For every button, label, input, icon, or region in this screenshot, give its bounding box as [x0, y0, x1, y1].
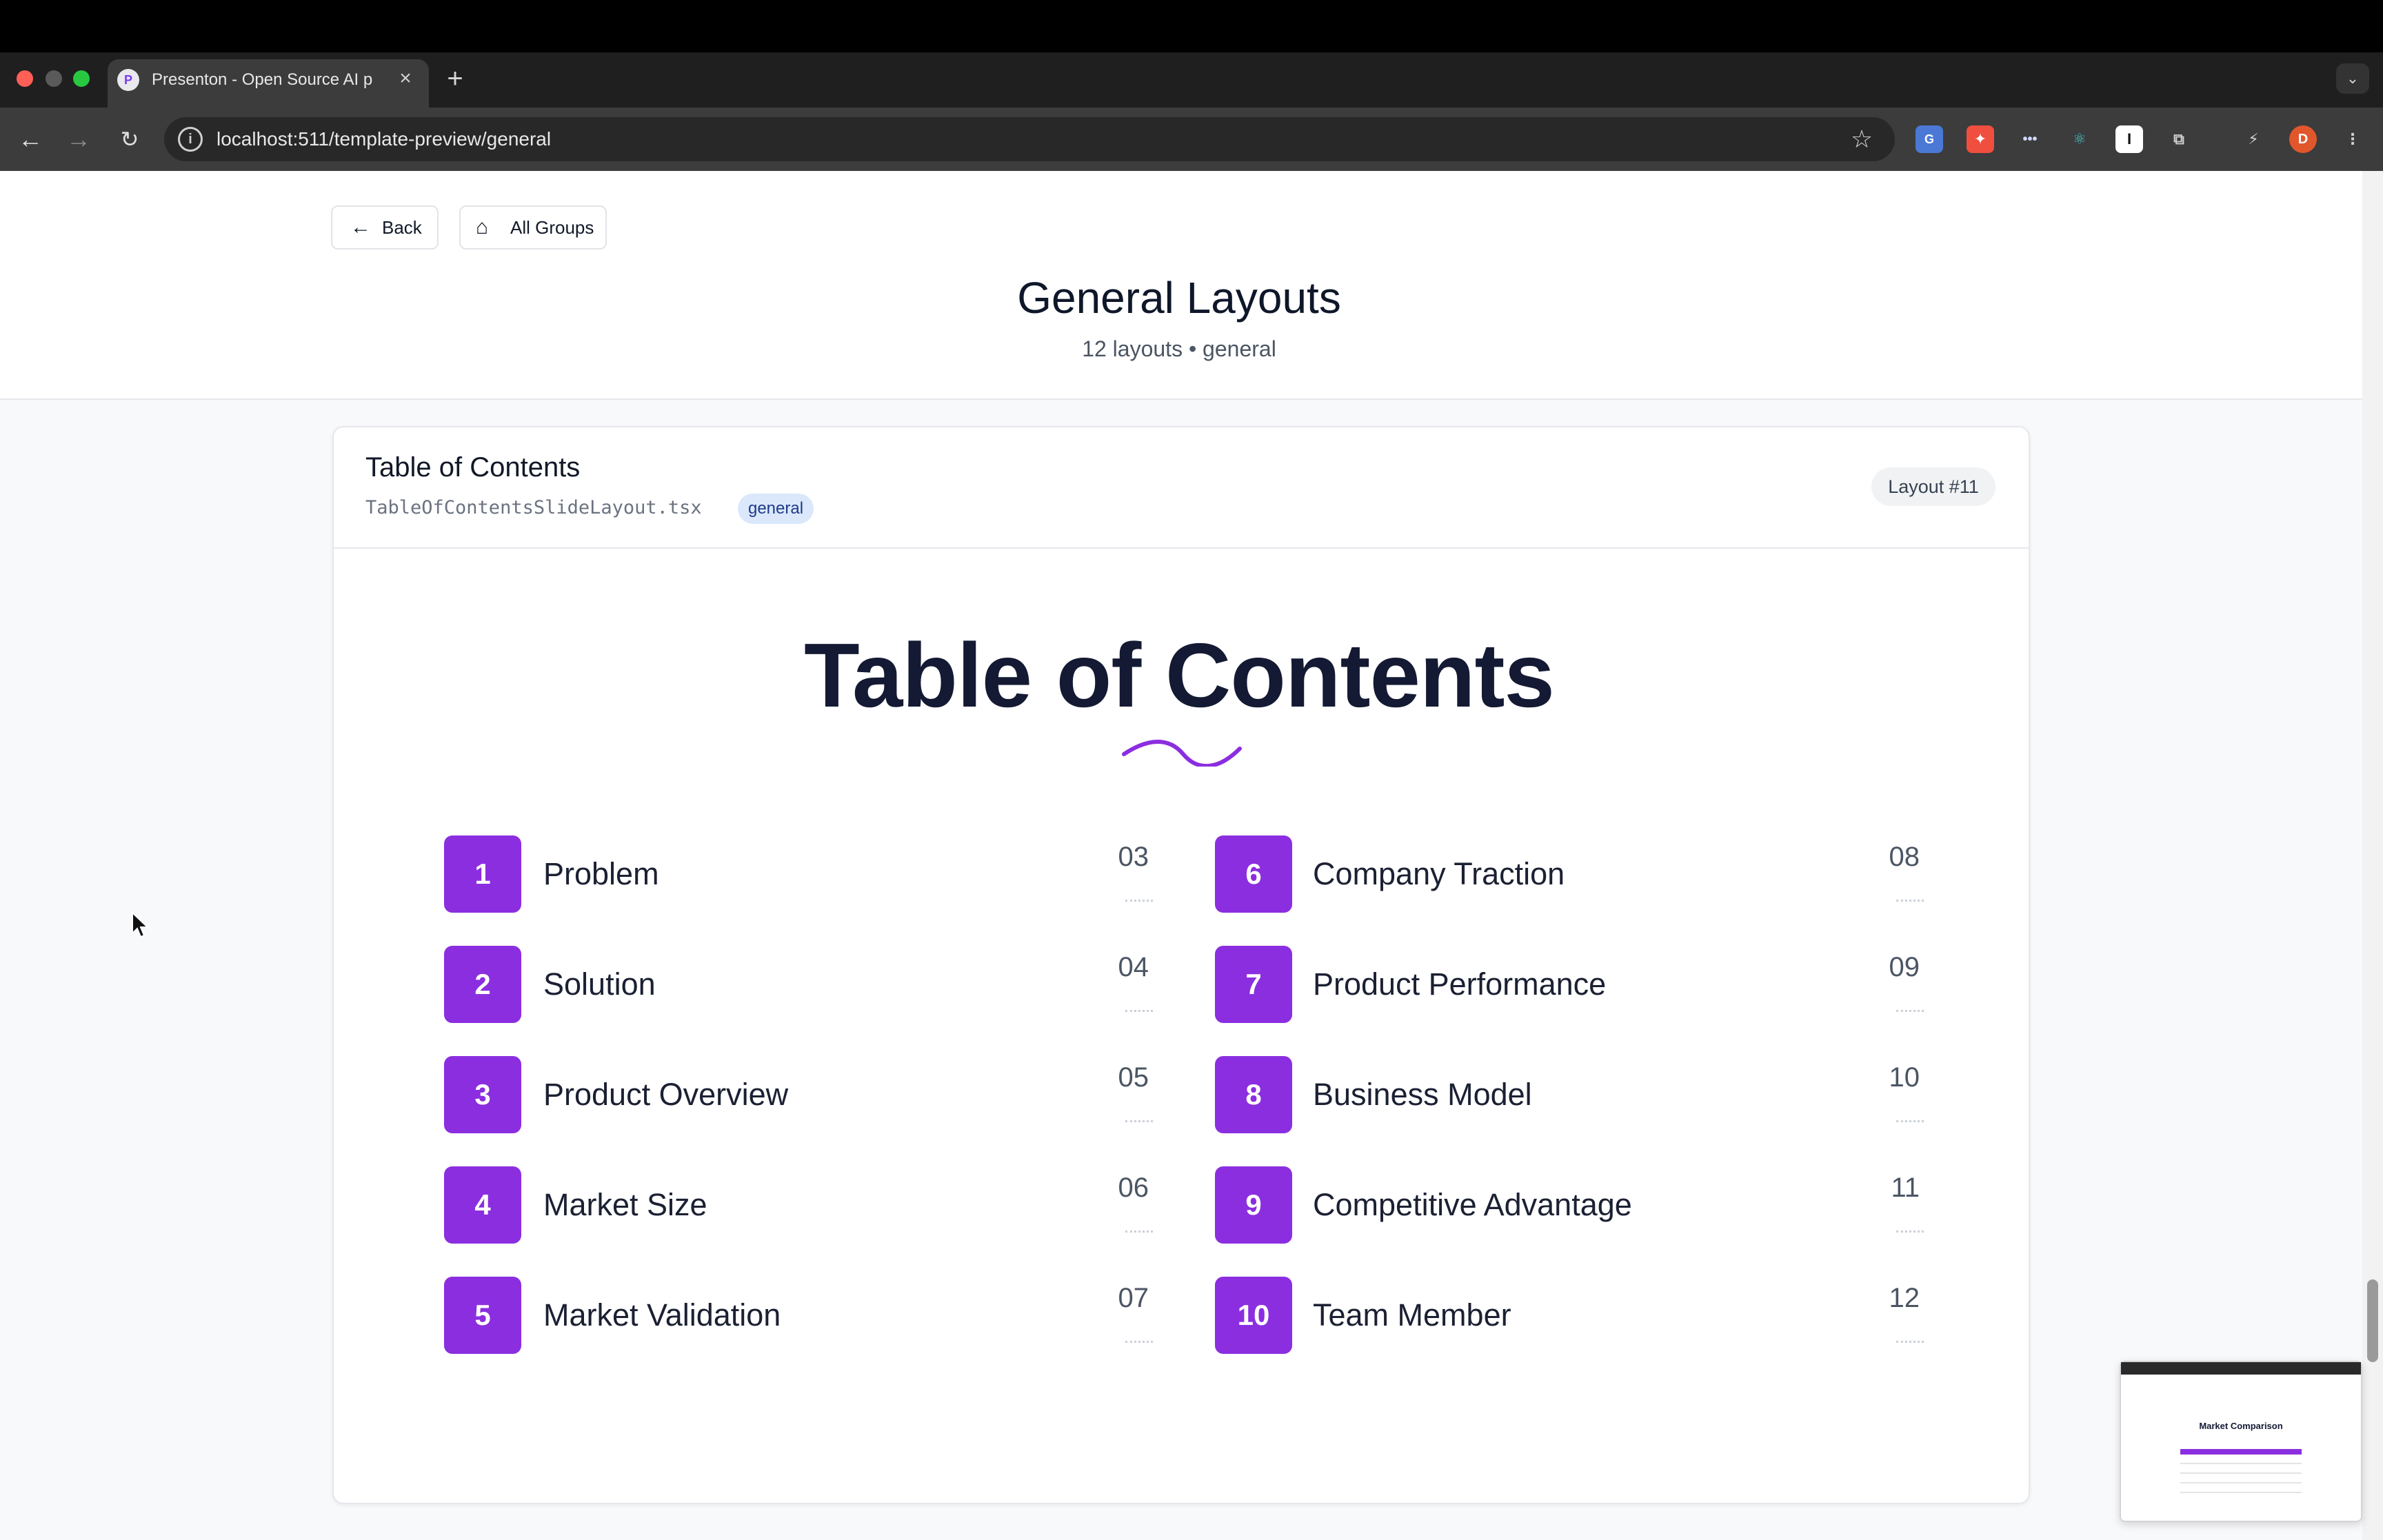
- toc-item-number: 4: [444, 1166, 521, 1244]
- page-title: General Layouts: [1017, 273, 1341, 323]
- toc-item-label: Team Member: [1313, 1297, 1511, 1333]
- address-url[interactable]: localhost:511/template-preview/general: [217, 125, 1044, 153]
- thumbnail-browser-bar: [2121, 1362, 2361, 1375]
- layout-name: Table of Contents: [365, 452, 581, 483]
- toc-item-label: Competitive Advantage: [1313, 1187, 1632, 1222]
- rocket-extension-icon[interactable]: ✦: [1967, 125, 1994, 153]
- back-button[interactable]: ← Back: [331, 205, 439, 250]
- dots-extension-icon[interactable]: •••: [2016, 125, 2044, 153]
- i-extension-icon[interactable]: I: [2115, 125, 2143, 153]
- thumbnail-slide-title: Market Comparison: [2199, 1421, 2283, 1431]
- react-devtools-icon[interactable]: ⚛: [2066, 125, 2093, 153]
- reload-icon[interactable]: ↻: [113, 123, 146, 156]
- thumbnail-table-header: [2180, 1449, 2302, 1455]
- toc-item-number: 6: [1215, 835, 1292, 913]
- page-subtitle: 12 layouts • general: [1082, 336, 1276, 361]
- toc-item-dots: [1125, 1335, 1153, 1343]
- title-squiggle-decoration: [1122, 740, 1242, 767]
- layout-file-name: TableOfContentsSlideLayout.tsx: [365, 497, 702, 518]
- bookmark-star-icon[interactable]: ☆: [1847, 124, 1877, 154]
- new-tab-button[interactable]: +: [441, 65, 469, 92]
- toc-item-page: 07: [1118, 1283, 1149, 1313]
- toc-item-number: 9: [1215, 1166, 1292, 1244]
- tab-title[interactable]: Presenton - Open Source AI p: [152, 69, 386, 91]
- toc-item-dots: [1896, 1224, 1924, 1233]
- maximize-window-icon[interactable]: [73, 70, 90, 87]
- toc-item-label: Problem: [543, 856, 659, 891]
- toc-item-number: 1: [444, 835, 521, 913]
- site-info-icon[interactable]: i: [178, 127, 203, 152]
- minimize-window-icon[interactable]: [46, 70, 62, 87]
- profile-avatar[interactable]: D: [2289, 125, 2317, 153]
- slide-title: Table of Contents: [804, 625, 1555, 726]
- close-window-icon[interactable]: [17, 70, 33, 87]
- translate-extension-icon[interactable]: G: [1916, 125, 1943, 153]
- toc-item-page: 08: [1889, 842, 1920, 872]
- tab-close-icon[interactable]: ×: [394, 66, 416, 91]
- toc-item-number: 10: [1215, 1277, 1292, 1354]
- performance-icon[interactable]: ⚡: [2240, 125, 2267, 153]
- toc-item-label: Product Overview: [543, 1077, 789, 1112]
- scrollbar-thumb[interactable]: [2367, 1279, 2378, 1362]
- toc-item-page: 05: [1118, 1062, 1149, 1093]
- arrow-left-icon: ←: [350, 216, 371, 239]
- toc-item-number: 7: [1215, 946, 1292, 1023]
- mouse-cursor-icon: [132, 911, 150, 938]
- toc-item-page: 03: [1118, 842, 1149, 872]
- all-groups-button-label: All Groups: [510, 217, 594, 238]
- thumbnail-table-row: [2180, 1463, 2302, 1464]
- toc-item-dots: [1896, 1335, 1924, 1343]
- back-nav-icon[interactable]: ←: [14, 123, 47, 156]
- card-header-divider: [334, 547, 2029, 549]
- tab-search-button[interactable]: ⌄: [2336, 63, 2369, 94]
- layout-group-tag: general: [738, 494, 814, 524]
- toc-item-page: 11: [1891, 1173, 1920, 1203]
- thumbnail-table-row: [2180, 1472, 2302, 1474]
- toc-item-dots: [1896, 1004, 1924, 1012]
- toc-item-label: Market Size: [543, 1187, 707, 1222]
- layout-number-badge: Layout #11: [1871, 467, 1995, 506]
- toc-item-number: 5: [444, 1277, 521, 1354]
- home-icon: ⌂: [476, 216, 489, 239]
- toc-item-label: Product Performance: [1313, 966, 1607, 1002]
- toc-item-page: 10: [1889, 1062, 1920, 1093]
- toc-item-dots: [1896, 1114, 1924, 1122]
- toc-item-dots: [1125, 1114, 1153, 1122]
- toc-item-number: 3: [444, 1056, 521, 1133]
- toc-item-dots: [1125, 893, 1153, 902]
- extensions-puzzle-icon[interactable]: ⧉: [2165, 125, 2193, 153]
- toc-item-dots: [1896, 893, 1924, 902]
- toc-item-number: 2: [444, 946, 521, 1023]
- toc-item-dots: [1125, 1004, 1153, 1012]
- thumbnail-table-row: [2180, 1492, 2302, 1493]
- toc-item-page: 12: [1889, 1283, 1920, 1313]
- back-button-label: Back: [382, 217, 422, 238]
- toc-item-number: 8: [1215, 1056, 1292, 1133]
- system-menu-bar: [0, 0, 2383, 52]
- toc-item-dots: [1125, 1224, 1153, 1233]
- screenshot-preview-thumbnail[interactable]: [2120, 1361, 2362, 1522]
- thumbnail-table-row: [2180, 1482, 2302, 1483]
- toc-item-label: Solution: [543, 966, 656, 1002]
- toc-item-label: Business Model: [1313, 1077, 1532, 1112]
- toc-item-label: Company Traction: [1313, 856, 1565, 891]
- browser-menu-icon[interactable]: ⋮: [2339, 125, 2366, 153]
- toc-item-page: 06: [1118, 1173, 1149, 1203]
- tab-favicon-icon: P: [117, 69, 139, 91]
- toc-item-label: Market Validation: [543, 1297, 781, 1333]
- toc-item-page: 09: [1889, 952, 1920, 982]
- toc-item-page: 04: [1118, 952, 1149, 982]
- all-groups-button[interactable]: ⌂ All Groups: [459, 205, 607, 250]
- forward-nav-icon[interactable]: →: [62, 123, 95, 156]
